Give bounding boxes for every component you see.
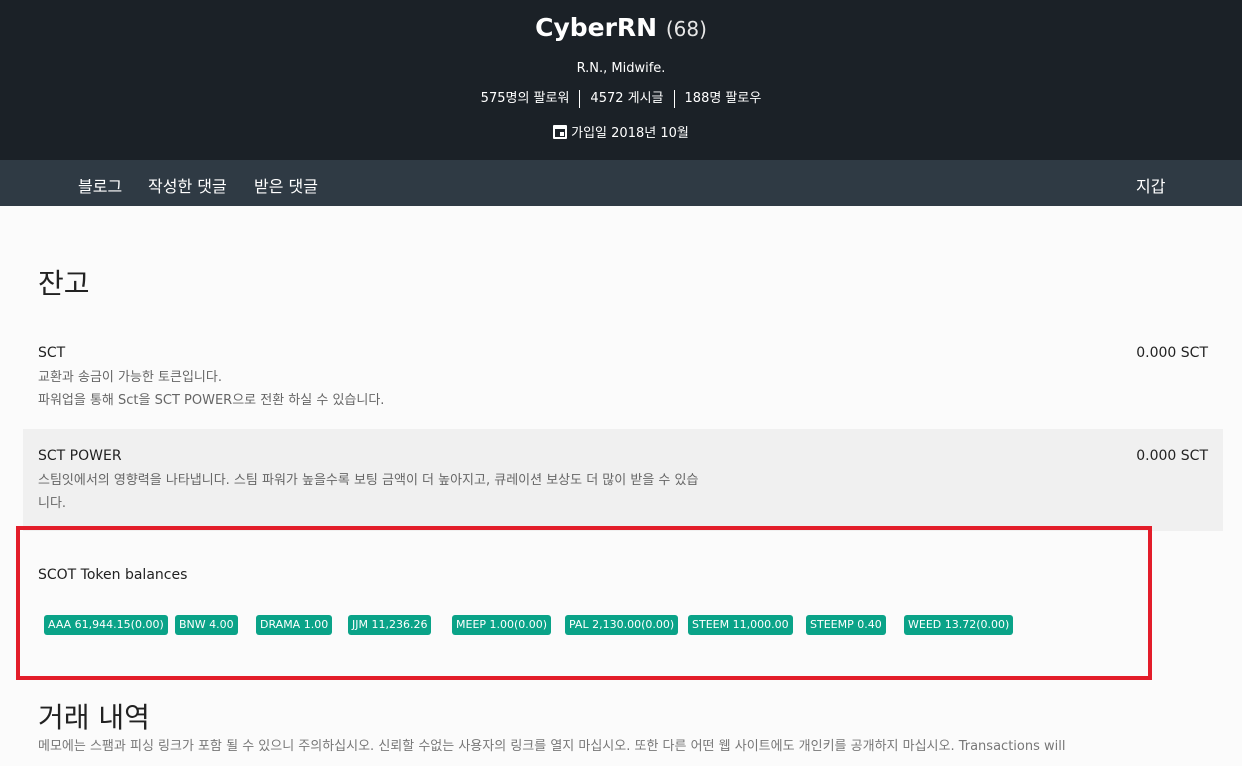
token-badge-pal[interactable]: PAL 2,130.00(0.00) xyxy=(565,615,679,635)
profile-about: R.N., Midwife. xyxy=(576,61,666,76)
sct-power-label: SCT POWER xyxy=(38,448,122,464)
joined-date: 가입일 2018년 10월 xyxy=(571,126,689,141)
username: CyberRN xyxy=(535,13,658,42)
profile-name: CyberRN (68) xyxy=(0,13,1242,42)
sct-power-balance-row: SCT POWER 스팀잇에서의 영향력을 나타냅니다. 스팀 파워가 높을수록… xyxy=(23,429,1223,531)
following-count[interactable]: 188명 팔로우 xyxy=(673,90,772,108)
sct-power-description: 스팀잇에서의 영향력을 나타냅니다. 스팀 파워가 높을수록 보팅 금액이 더 … xyxy=(38,469,818,515)
profile-joined: 가입일 2018년 10월 xyxy=(0,122,1242,141)
scot-highlight-box xyxy=(16,526,1152,680)
nav-wallet[interactable]: 지갑 xyxy=(1136,173,1165,197)
sct-balance-row: SCT 교환과 송금이 가능한 토큰입니다. 파워업을 통해 Sct을 SCT … xyxy=(23,335,1223,427)
nav-blog[interactable]: 블로그 xyxy=(78,173,122,197)
sct-power-amount[interactable]: 0.000 SCT xyxy=(1136,448,1208,464)
followers-count[interactable]: 575명의 팔로워 xyxy=(471,90,580,108)
nav-comments[interactable]: 작성한 댓글 xyxy=(148,173,227,197)
balances-title: 잔고 xyxy=(38,267,90,300)
sct-label: SCT xyxy=(38,345,66,361)
sct-desc-line1: 교환과 송금이 가능한 토큰입니다. xyxy=(38,370,222,385)
nav-replies[interactable]: 받은 댓글 xyxy=(254,173,318,197)
transactions-title: 거래 내역 xyxy=(38,701,150,734)
posts-count: 4572 게시글 xyxy=(579,90,673,108)
sct-description: 교환과 송금이 가능한 토큰입니다. 파워업을 통해 Sct을 SCT POWE… xyxy=(38,366,818,412)
profile-header: CyberRN (68) R.N., Midwife. 575명의 팔로워 45… xyxy=(0,0,1242,160)
token-badge-bnw[interactable]: BNW 4.00 xyxy=(175,615,238,635)
reputation-score: (68) xyxy=(665,17,707,41)
sct-power-desc-line2: 니다. xyxy=(38,496,67,511)
sct-power-desc-line1: 스팀잇에서의 영향력을 나타냅니다. 스팀 파워가 높을수록 보팅 금액이 더 … xyxy=(38,473,699,488)
calendar-icon xyxy=(553,124,568,139)
token-badge-steemp[interactable]: STEEMP 0.40 xyxy=(806,615,886,635)
sct-amount[interactable]: 0.000 SCT xyxy=(1136,345,1208,361)
token-badge-drama[interactable]: DRAMA 1.00 xyxy=(256,615,333,635)
token-badge-aaa[interactable]: AAA 61,944.15(0.00) xyxy=(44,615,168,635)
token-badge-steem[interactable]: STEEM 11,000.00 xyxy=(688,615,793,635)
sct-desc-line2: 파워업을 통해 Sct을 SCT POWER으로 전환 하실 수 있습니다. xyxy=(38,393,385,408)
token-badge-jjm[interactable]: JJM 11,236.26 xyxy=(348,615,432,635)
token-badge-meep[interactable]: MEEP 1.00(0.00) xyxy=(452,615,552,635)
profile-nav: 블로그 작성한 댓글 받은 댓글 지갑 xyxy=(0,160,1242,206)
scot-title: SCOT Token balances xyxy=(38,567,188,583)
profile-stats: 575명의 팔로워 4572 게시글 188명 팔로우 xyxy=(0,90,1242,108)
transactions-description: 메모에는 스팸과 피싱 링크가 포함 될 수 있으니 주의하십시오. 신뢰할 수… xyxy=(38,739,1066,754)
token-badge-weed[interactable]: WEED 13.72(0.00) xyxy=(904,615,1014,635)
